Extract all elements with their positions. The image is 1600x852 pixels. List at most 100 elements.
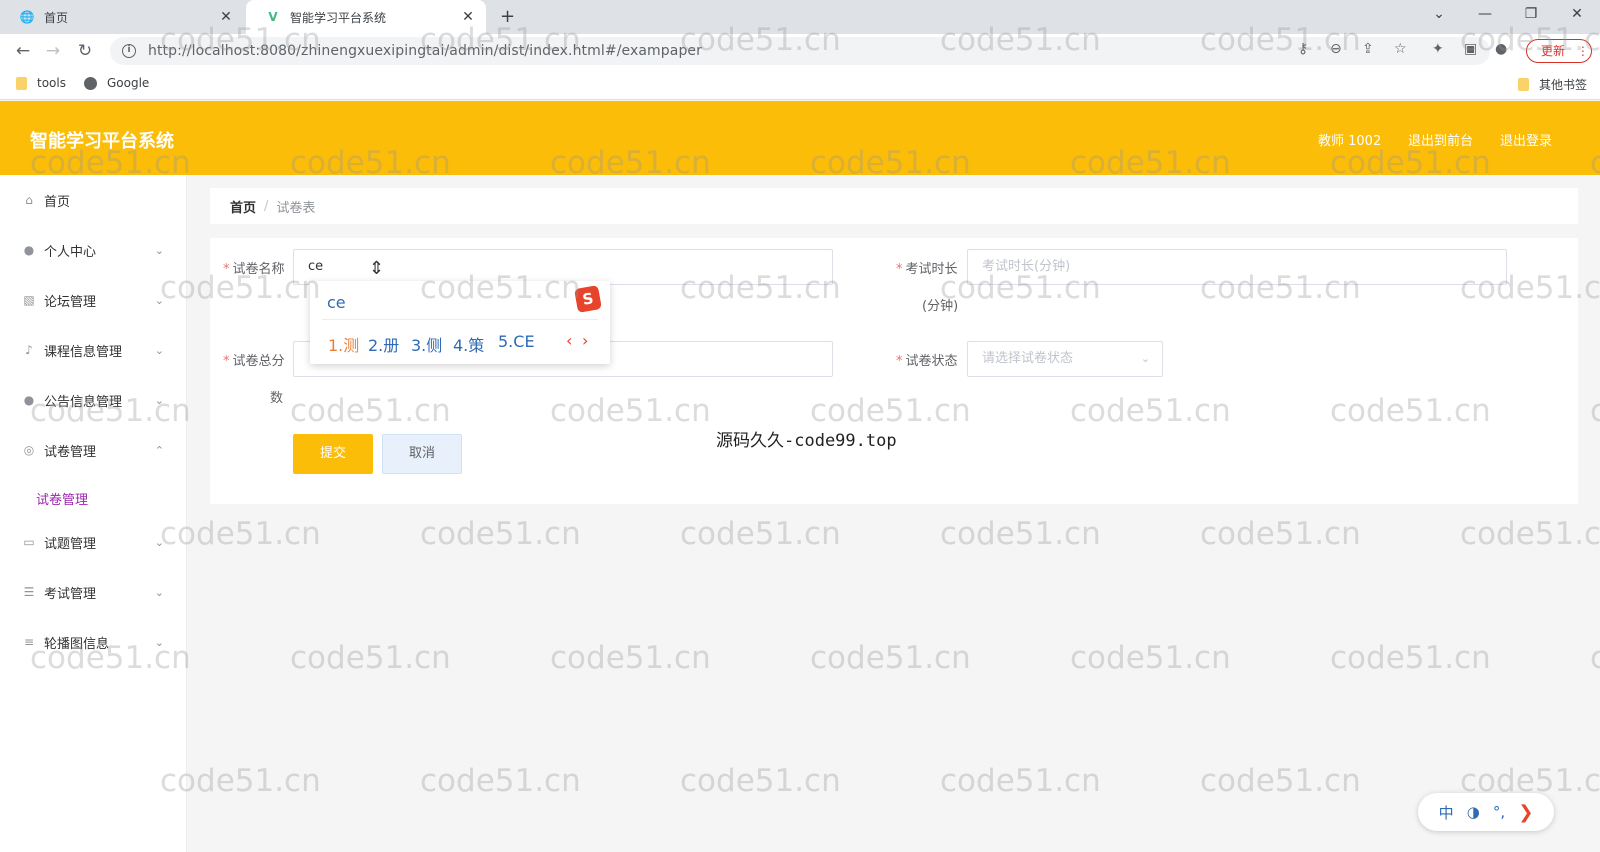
duration-input[interactable]: 考试时长(分钟) (967, 249, 1507, 285)
forward-icon[interactable]: → (42, 40, 64, 62)
sidebar-item-course[interactable]: ♪ 课程信息管理 ⌄ (0, 325, 186, 375)
sogou-logo-icon: S (574, 285, 602, 313)
total-score-label: * 试卷总分 (223, 354, 285, 369)
ime-candidate[interactable]: 3.侧 (411, 332, 442, 356)
breadcrumb-separator: / (264, 198, 269, 214)
chevron-down-icon: ⌄ (154, 343, 164, 357)
bookmark-label: tools (37, 76, 66, 90)
watermark-text: code51.cn (680, 763, 841, 799)
to-front-link[interactable]: 退出到前台 (1408, 130, 1473, 149)
zoom-icon[interactable]: ⊖ (1330, 41, 1342, 57)
total-score-label-tail: 数 (270, 391, 284, 406)
folder-icon (16, 76, 27, 90)
sidebar-item-forum[interactable]: ▧ 论坛管理 ⌄ (0, 275, 186, 325)
close-window-icon[interactable]: ✕ (1554, 0, 1600, 30)
sidebar-subitem-exampaper[interactable]: 试卷管理 (36, 489, 88, 508)
sidebar-item-profile[interactable]: ● 个人中心 ⌄ (0, 225, 186, 275)
moon-icon[interactable]: ◑ (1467, 803, 1480, 821)
chevron-down-icon: ⌄ (1140, 352, 1150, 365)
watermark-text: code51.cn (550, 640, 711, 676)
settings-icon: ◎ (23, 443, 35, 457)
chevron-down-icon[interactable]: ⌄ (1416, 0, 1462, 30)
ime-candidate[interactable]: 2.册 (368, 332, 399, 356)
globe-icon: 🌐 (19, 10, 35, 24)
bookmark-label: Google (107, 76, 150, 90)
watermark-text: code51.cn (1460, 516, 1600, 552)
prev-page-icon[interactable]: ‹ (566, 331, 572, 350)
vue-icon: V (268, 10, 278, 24)
ime-candidate[interactable]: 5.CE (498, 332, 535, 351)
folder-icon (1518, 78, 1529, 91)
tab-home[interactable]: 🌐 首页 ✕ (0, 0, 244, 34)
back-icon[interactable]: ← (12, 40, 34, 62)
watermark-text: code51.cn (1200, 763, 1361, 799)
text-cursor-icon: ⇕ (369, 258, 385, 279)
next-page-icon[interactable]: › (582, 331, 588, 350)
punctuation-icon[interactable]: °, (1493, 803, 1505, 821)
sidebar-item-label: 个人中心 (44, 244, 97, 260)
star-icon[interactable]: ☆ (1394, 41, 1407, 57)
status-placeholder: 请选择试卷状态 (982, 351, 1074, 366)
tab-app[interactable]: V 智能学习平台系统 ✕ (246, 0, 486, 34)
duration-label-unit: (分钟) (922, 299, 959, 314)
chevron-down-icon: ⌄ (154, 535, 164, 549)
sliders-icon: ☰ (23, 585, 35, 599)
sidebar-item-carousel[interactable]: ≡ 轮播图信息 ⌄ (0, 617, 186, 667)
breadcrumb-current: 试卷表 (276, 200, 316, 216)
sidebar-item-label: 公告信息管理 (44, 394, 123, 410)
share-icon[interactable]: ⇪ (1362, 41, 1374, 57)
tab-title: 首页 (44, 10, 69, 25)
info-icon[interactable]: i (122, 44, 136, 58)
status-select[interactable]: 请选择试卷状态 ⌄ (967, 341, 1163, 377)
watermark-text: code51.cn (810, 640, 971, 676)
breadcrumb-home[interactable]: 首页 (230, 197, 256, 216)
restore-icon[interactable]: ❐ (1508, 0, 1554, 30)
sidebar-item-exams[interactable]: ☰ 考试管理 ⌄ (0, 567, 186, 617)
ime-candidate[interactable]: 1.测 (328, 332, 359, 356)
new-tab-button[interactable]: + (500, 6, 515, 27)
status-label: * 试卷状态 (896, 354, 958, 369)
chevron-down-icon: ⌄ (154, 635, 164, 649)
sidebar-item-notice[interactable]: ● 公告信息管理 ⌄ (0, 375, 186, 425)
chevron-down-icon: ⌄ (154, 243, 164, 257)
ime-status-bar: 中 ◑ °, ❯ (1418, 793, 1554, 831)
cancel-button[interactable]: 取消 (382, 434, 462, 474)
ime-candidate[interactable]: 4.策 (453, 332, 484, 356)
sidebar-item-label: 考试管理 (44, 586, 97, 602)
tab-title: 智能学习平台系统 (290, 10, 387, 25)
logout-link[interactable]: 退出登录 (1500, 130, 1552, 149)
sidebar-item-questions[interactable]: ▭ 试题管理 ⌄ (0, 517, 186, 567)
ime-mode-icon[interactable]: 中 (1439, 802, 1454, 823)
update-label: 更新 (1541, 44, 1566, 58)
minimize-icon[interactable]: — (1462, 0, 1508, 30)
sidebar-item-home[interactable]: ⌂ 首页 (0, 175, 186, 225)
sidepanel-icon[interactable]: ▣ (1464, 41, 1477, 57)
home-icon: ⌂ (25, 193, 33, 207)
close-icon[interactable]: ✕ (218, 9, 234, 25)
watermark-text: code51.cn (940, 763, 1101, 799)
bookmark-tools[interactable]: tools (16, 76, 66, 90)
sidebar-item-label: 课程信息管理 (44, 344, 123, 360)
other-bookmarks[interactable]: 其他书签 (1518, 76, 1587, 93)
update-button[interactable]: 更新 ⋮ (1526, 39, 1592, 63)
extensions-icon[interactable]: ✦ (1432, 41, 1444, 57)
address-bar[interactable]: i http://localhost:8080/zhinengxuexiping… (110, 37, 1490, 65)
arrow-right-icon[interactable]: ❯ (1518, 802, 1533, 823)
url-text[interactable]: http://localhost:8080/zhinengxuexipingta… (148, 43, 702, 59)
user-name: 教师 1002 (1318, 134, 1382, 149)
watermark-text: code51.cn (680, 516, 841, 552)
submit-button[interactable]: 提交 (293, 434, 373, 474)
bookmark-google[interactable]: Google (84, 76, 149, 90)
chevron-down-icon: ⌄ (154, 393, 164, 407)
reload-icon[interactable]: ↻ (74, 40, 96, 62)
profile-icon[interactable]: ● (1495, 41, 1507, 57)
sidebar-item-exampaper[interactable]: ◎ 试卷管理 ⌃ (0, 425, 186, 475)
browser-tab-bar: 🌐 首页 ✕ V 智能学习平台系统 ✕ + ⌄ — ❐ ✕ (0, 0, 1600, 34)
user-icon: ● (23, 243, 35, 257)
sidebar-item-label: 试题管理 (44, 536, 97, 552)
watermark-text: code51.cn (940, 516, 1101, 552)
forum-icon: ▧ (23, 293, 35, 307)
close-icon[interactable]: ✕ (460, 9, 476, 25)
key-icon[interactable]: ⚷ (1298, 41, 1308, 57)
chevron-down-icon: ⌄ (154, 585, 164, 599)
